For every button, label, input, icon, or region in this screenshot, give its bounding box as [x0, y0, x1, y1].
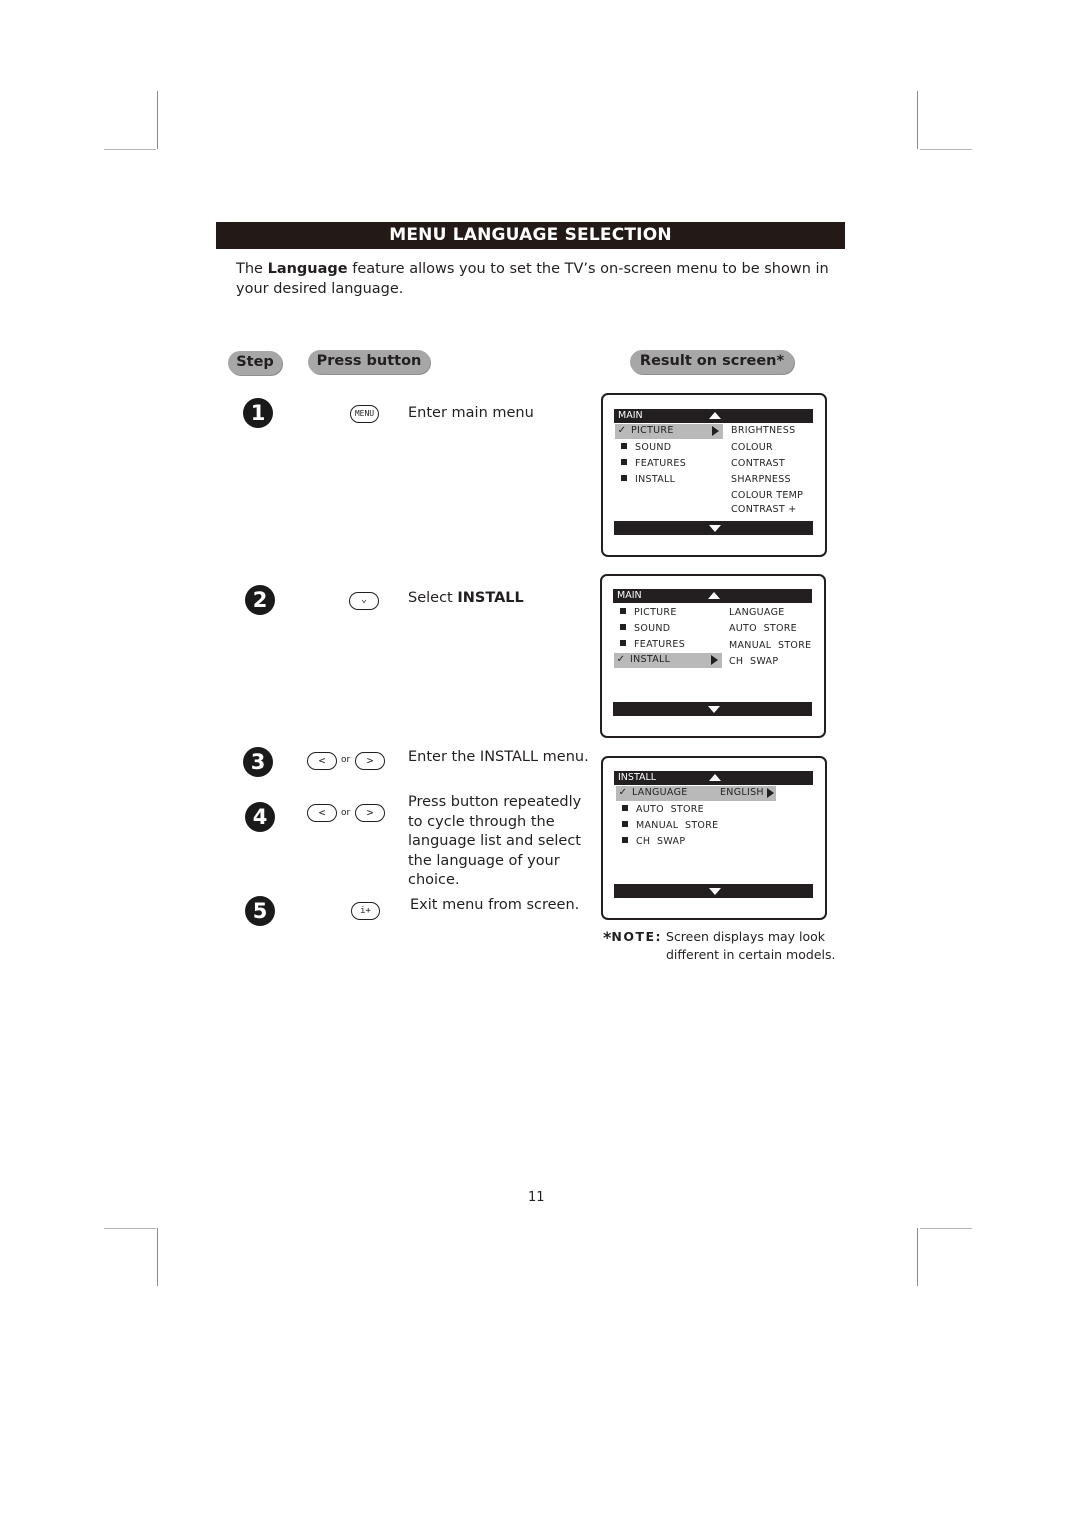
crop-mark [157, 91, 158, 149]
osd-header-bar: MAIN [613, 589, 812, 603]
step-number-4: 4 [245, 802, 275, 832]
osd-header-bar: INSTALL [614, 771, 813, 785]
crop-mark [157, 1228, 158, 1286]
osd-item: AUTO STORE [616, 803, 704, 817]
crop-mark [917, 91, 918, 149]
check-icon: ✓ [616, 654, 626, 665]
or-label: or [341, 808, 351, 818]
down-arrow-icon [709, 888, 721, 895]
crop-mark [920, 1228, 972, 1229]
osd-sub-item: SHARPNESS [731, 474, 791, 485]
info-plus-button-icon: i+ [351, 902, 380, 920]
bullet-icon [621, 475, 627, 481]
step-1-text: Enter main menu [408, 405, 534, 421]
bullet-icon [622, 805, 628, 811]
step-2-text: Select INSTALL [408, 590, 524, 606]
osd-item: FEATURES [614, 638, 685, 652]
osd-item: CH SWAP [616, 835, 685, 849]
osd-item: SOUND [615, 441, 671, 455]
bullet-icon [620, 624, 626, 630]
right-arrow-icon [711, 655, 718, 665]
crop-mark [920, 149, 972, 150]
up-arrow-icon [708, 592, 720, 599]
step-number-2: 2 [245, 585, 275, 615]
osd-sub-item: CONTRAST + [731, 504, 797, 515]
footnote: *NOTE: Screen displays may look differen… [603, 928, 836, 962]
result-column-header: Result on screen* [630, 350, 794, 374]
step-4-text: Press button repeatedly to cycle through… [408, 794, 582, 888]
osd-footer-bar [614, 884, 813, 898]
osd-sub-item: AUTO STORE [729, 623, 797, 634]
osd-header-bar: MAIN [614, 409, 813, 423]
menu-button-icon: MENU [350, 405, 379, 423]
osd-screen-1: MAIN ✓ PICTURE SOUND FEATURES INSTALL BRI… [601, 393, 827, 557]
bullet-icon [620, 608, 626, 614]
crop-mark [104, 149, 156, 150]
osd-footer-bar [613, 702, 812, 716]
osd-item: INSTALL [615, 473, 675, 487]
osd-screen-2: MAIN PICTURE SOUND FEATURES ✓ INSTALL LAN… [600, 574, 826, 738]
intro-paragraph: The Language feature allows you to set t… [236, 261, 829, 297]
bullet-icon [621, 443, 627, 449]
osd-sub-item: COLOUR [731, 442, 773, 453]
up-arrow-icon [709, 774, 721, 781]
language-value: ENGLISH [720, 787, 764, 798]
osd-item: PICTURE [614, 606, 677, 620]
check-icon: ✓ [618, 787, 628, 798]
press-button-column-header: Press button [308, 350, 430, 374]
bullet-icon [622, 821, 628, 827]
crop-mark [104, 1228, 156, 1229]
osd-item-selected: ✓ PICTURE [615, 424, 723, 439]
bullet-icon [620, 640, 626, 646]
osd-item-selected: ✓ INSTALL [614, 653, 722, 668]
osd-sub-item: COLOUR TEMP [731, 490, 804, 501]
step-3-text: Enter the INSTALL menu. [408, 749, 589, 765]
down-button-icon: ⌄ [349, 592, 379, 610]
left-button-icon: < [307, 804, 337, 822]
osd-item: FEATURES [615, 457, 686, 471]
right-arrow-icon [712, 426, 719, 436]
osd-item-selected: ✓ LANGUAGE ENGLISH [616, 786, 776, 801]
step-number-5: 5 [245, 896, 275, 926]
step-5-text: Exit menu from screen. [410, 897, 580, 913]
page-number: 11 [528, 1190, 545, 1205]
bullet-icon [621, 459, 627, 465]
up-arrow-icon [709, 412, 721, 419]
crop-mark [917, 1228, 918, 1286]
step-column-header: Step [228, 351, 282, 375]
osd-screen-3: INSTALL ✓ LANGUAGE ENGLISH AUTO STORE MANU… [601, 756, 827, 920]
right-arrow-icon [767, 788, 774, 798]
step-number-3: 3 [243, 747, 273, 777]
step-number-1: 1 [243, 398, 273, 428]
osd-item: MANUAL STORE [616, 819, 718, 833]
osd-item: SOUND [614, 622, 670, 636]
check-icon: ✓ [617, 425, 627, 436]
or-label: or [341, 755, 351, 765]
section-title: MENU LANGUAGE SELECTION [216, 222, 845, 249]
osd-sub-item: CH SWAP [729, 656, 779, 667]
osd-sub-item: LANGUAGE [729, 607, 785, 618]
down-arrow-icon [708, 706, 720, 713]
osd-sub-item: BRIGHTNESS [731, 425, 796, 436]
left-button-icon: < [307, 752, 337, 770]
down-arrow-icon [709, 525, 721, 532]
osd-sub-item: CONTRAST [731, 458, 785, 469]
bullet-icon [622, 837, 628, 843]
right-button-icon: > [355, 804, 385, 822]
osd-footer-bar [614, 521, 813, 535]
osd-sub-item: MANUAL STORE [729, 640, 812, 651]
right-button-icon: > [355, 752, 385, 770]
